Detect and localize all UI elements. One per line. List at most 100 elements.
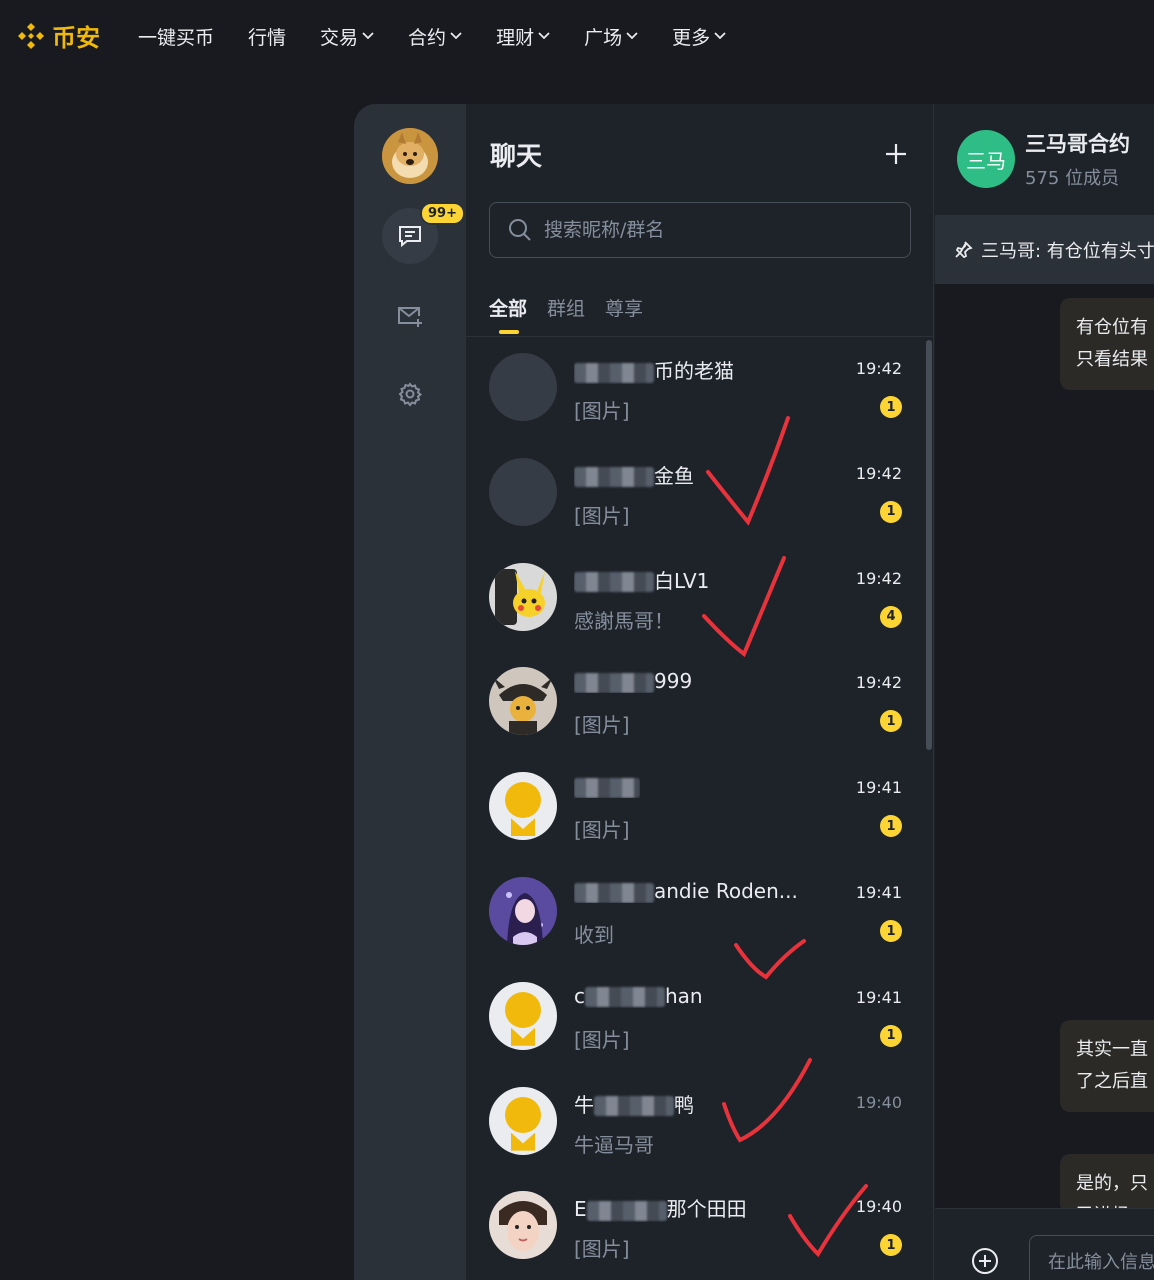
unread-badge: 1 xyxy=(880,500,902,523)
nav-item-label: 理财 xyxy=(496,26,535,49)
message-input[interactable]: 在此输入信息 xyxy=(1029,1235,1154,1280)
tab-groups[interactable]: 群组 xyxy=(547,294,585,334)
conversation-item[interactable]: 白LV1 感謝馬哥！ 19:42 4 xyxy=(466,547,926,651)
conversation-item[interactable]: c han [图片] 19:41 1 xyxy=(466,966,926,1070)
nav-item[interactable]: 更多 xyxy=(672,20,726,52)
conversation-item[interactable]: 金鱼 [图片] 19:42 1 xyxy=(466,442,926,546)
tab-premium[interactable]: 尊享 xyxy=(605,294,643,334)
binance-logo[interactable]: 币安 xyxy=(14,18,100,53)
pinned-message-text: 三马哥: 有仓位有头寸 xyxy=(981,241,1154,262)
conversation-name: andie Roden... xyxy=(574,879,798,903)
message-composer: 在此输入信息 xyxy=(935,1208,1154,1280)
user-avatar[interactable] xyxy=(382,128,438,184)
pin-icon xyxy=(955,241,973,259)
message-line: 了之后直 xyxy=(1076,1071,1148,1092)
new-chat-plus-icon[interactable] xyxy=(884,142,908,166)
brand-name: 币安 xyxy=(52,24,100,52)
conversation-name: 币的老猫 xyxy=(574,355,734,384)
conversation-preview: 收到 xyxy=(574,923,614,947)
settings-nav-button[interactable] xyxy=(382,366,438,422)
conversation-name-suffix: 鸭 xyxy=(674,1092,694,1117)
conversation-name-suffix: 那个田田 xyxy=(666,1197,747,1222)
nav-item[interactable]: 理财 xyxy=(496,20,550,52)
redacted-name-mosaic xyxy=(585,987,665,1008)
conversation-preview: [图片] xyxy=(574,503,630,528)
list-scrollbar[interactable] xyxy=(926,340,932,750)
binance-logo-icon xyxy=(18,22,44,49)
chat-filter-tabs: 全部 群组 尊享 xyxy=(489,294,643,334)
conversation-item[interactable]: andie Roden... 收到 19:41 1 xyxy=(466,861,926,965)
conversation-name: 牛鸭 xyxy=(574,1089,694,1118)
search-box[interactable] xyxy=(489,202,911,258)
conversation-item[interactable]: 币的老猫 [图片] 19:42 1 xyxy=(466,337,926,441)
pinned-message-bar[interactable]: 三马哥: 有仓位有头寸 xyxy=(935,216,1154,284)
message-line: 只看结果 xyxy=(1076,349,1148,370)
conversation-avatar xyxy=(489,877,557,945)
nav-item-label: 交易 xyxy=(320,26,359,49)
chevron-down-icon xyxy=(626,32,638,40)
search-input[interactable] xyxy=(544,219,884,241)
redacted-name-mosaic xyxy=(574,672,654,693)
chat-side-rail: 99+ xyxy=(354,104,466,1280)
message-bubble[interactable]: 有仓位有 只看结果 xyxy=(1060,298,1154,390)
conversation-name: c han xyxy=(574,984,703,1008)
message-bubble[interactable]: 其实一直 了之后直 xyxy=(1060,1020,1154,1112)
conversation-name: 白LV1 xyxy=(574,565,709,594)
mail-nav-button[interactable] xyxy=(382,288,438,344)
conversation-item[interactable]: 牛鸭牛逼马哥 19:40 xyxy=(466,1071,926,1175)
gear-icon xyxy=(398,382,423,407)
group-name[interactable]: 三马哥合约 xyxy=(1025,128,1130,158)
conversation-item[interactable]: [图片] 19:41 1 xyxy=(466,756,926,860)
conversation-time: 19:40 xyxy=(855,1092,902,1112)
nav-item[interactable]: 一键买币 xyxy=(138,20,214,52)
redacted-name-mosaic xyxy=(586,1200,667,1221)
conversation-item[interactable]: E 那个田田 [图片] 19:40 1 xyxy=(466,1175,926,1279)
unread-badge: 1 xyxy=(880,1234,902,1257)
conversation-avatar xyxy=(489,772,557,841)
redacted-name-mosaic xyxy=(574,467,654,488)
conversation-name: 999 xyxy=(574,669,692,693)
nav-item-label: 合约 xyxy=(408,26,447,49)
group-avatar[interactable]: 三马 xyxy=(957,130,1015,188)
nav-item[interactable]: 行情 xyxy=(248,20,286,52)
conversation-item[interactable]: 999 [图片] 19:42 1 xyxy=(466,651,926,755)
doge-avatar-icon xyxy=(382,128,438,184)
conversation-name-prefix: 牛 xyxy=(574,1092,594,1117)
group-header: 三马 三马哥合约 575 位成员 xyxy=(935,104,1154,216)
unread-badge: 1 xyxy=(880,396,902,418)
redacted-name-mosaic xyxy=(574,572,654,593)
nav-item-label: 一键买币 xyxy=(138,26,215,49)
nav-item[interactable]: 合约 xyxy=(408,20,462,52)
conversation-avatar xyxy=(489,562,557,631)
unread-badge: 1 xyxy=(880,920,902,942)
message-line: 有仓位有 xyxy=(1076,317,1148,338)
conversation-name-suffix: han xyxy=(665,983,703,1008)
message-bubble[interactable]: 是的，只 已进场 xyxy=(1060,1154,1154,1214)
conversation-avatar xyxy=(489,1191,557,1260)
chevron-down-icon xyxy=(450,32,462,40)
conversation-time: 19:41 xyxy=(855,778,902,798)
group-member-count[interactable]: 575 位成员 xyxy=(1025,164,1119,190)
nav-item-label: 广场 xyxy=(584,26,623,49)
nav-item-label: 更多 xyxy=(672,26,711,49)
mail-add-icon xyxy=(398,307,422,327)
conversation-name xyxy=(574,774,640,798)
conversation-avatar xyxy=(489,667,557,736)
nav-item[interactable]: 交易 xyxy=(320,20,374,52)
conversation-name: 金鱼 xyxy=(574,460,694,489)
conversation-time: 19:40 xyxy=(855,1197,902,1217)
nav-item[interactable]: 广场 xyxy=(584,20,638,52)
chevron-down-icon xyxy=(714,32,726,40)
conversation-avatar xyxy=(489,457,557,526)
conversation-time: 19:42 xyxy=(855,568,902,588)
message-line: 其实一直 xyxy=(1076,1039,1148,1060)
conversation-name: E 那个田田 xyxy=(574,1193,747,1222)
conversation-preview: [图片] xyxy=(574,713,630,738)
tab-all[interactable]: 全部 xyxy=(489,294,527,334)
nav-menu: 一键买币 行情 交易 合约 理财 广场 更多 xyxy=(138,20,760,52)
conversation-name-suffix: 金鱼 xyxy=(654,463,694,488)
conversation-name-prefix: c xyxy=(574,983,585,1008)
redacted-name-mosaic xyxy=(574,882,654,903)
add-attachment-icon[interactable] xyxy=(971,1247,999,1275)
conversation-time: 19:42 xyxy=(855,359,902,378)
